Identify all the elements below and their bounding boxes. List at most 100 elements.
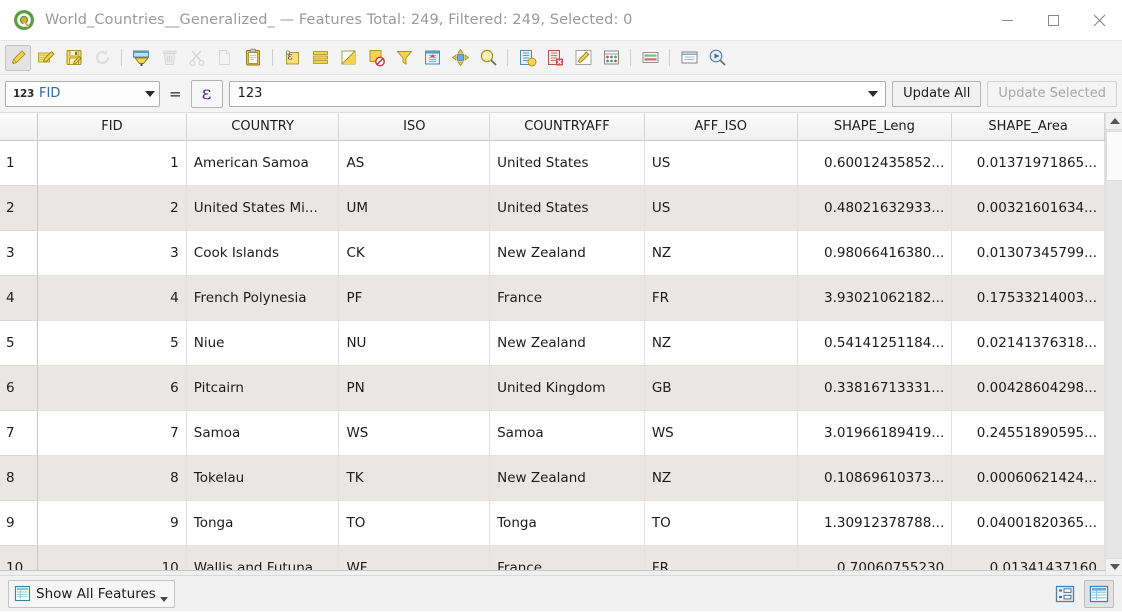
cell-shape-area[interactable]: 0.00321601634...: [952, 185, 1105, 230]
delete-field-icon[interactable]: [542, 45, 568, 71]
cell-shape-leng[interactable]: 3.01966189419...: [797, 410, 952, 455]
table-row[interactable]: 1 1 American Samoa AS United States US 0…: [0, 140, 1105, 185]
cell-shape-area[interactable]: 0.04001820365...: [952, 500, 1105, 545]
vertical-scrollbar[interactable]: [1105, 113, 1122, 575]
cell-fid[interactable]: 2: [38, 185, 187, 230]
column-header-aff-iso[interactable]: AFF_ISO: [644, 113, 797, 140]
row-number[interactable]: 9: [0, 500, 38, 545]
row-number[interactable]: 1: [0, 140, 38, 185]
row-number[interactable]: 7: [0, 410, 38, 455]
save-layer-edits-icon[interactable]: [61, 45, 87, 71]
cell-aff-iso[interactable]: TO: [644, 500, 797, 545]
cell-shape-leng[interactable]: 0.33816713331...: [797, 365, 952, 410]
cell-aff-iso[interactable]: FR: [644, 275, 797, 320]
cell-shape-area[interactable]: 0.17533214003...: [952, 275, 1105, 320]
column-header-iso[interactable]: ISO: [339, 113, 490, 140]
cell-iso[interactable]: UM: [339, 185, 490, 230]
deselect-all-icon[interactable]: [363, 45, 389, 71]
select-by-expression-icon[interactable]: ε: [279, 45, 305, 71]
cell-iso[interactable]: TK: [339, 455, 490, 500]
table-row[interactable]: 5 5 Niue NU New Zealand NZ 0.54141251184…: [0, 320, 1105, 365]
table-row[interactable]: 2 2 United States Mi... UM United States…: [0, 185, 1105, 230]
table-row[interactable]: 3 3 Cook Islands CK New Zealand NZ 0.980…: [0, 230, 1105, 275]
table-row[interactable]: 6 6 Pitcairn PN United Kingdom GB 0.3381…: [0, 365, 1105, 410]
cell-shape-leng[interactable]: 0.10869610373...: [797, 455, 952, 500]
conditional-formatting-icon[interactable]: [637, 45, 663, 71]
cell-iso[interactable]: PN: [339, 365, 490, 410]
cell-shape-leng[interactable]: 0.98066416380...: [797, 230, 952, 275]
cell-countryaff[interactable]: United States: [490, 185, 645, 230]
cell-shape-area[interactable]: 0.00060621424...: [952, 455, 1105, 500]
cell-shape-leng[interactable]: 0.60012435852...: [797, 140, 952, 185]
column-header-shape-area[interactable]: SHAPE_Area: [952, 113, 1105, 140]
cell-aff-iso[interactable]: NZ: [644, 230, 797, 275]
add-feature-icon[interactable]: [128, 45, 154, 71]
table-row[interactable]: 9 9 Tonga TO Tonga TO 1.30912378788... 0…: [0, 500, 1105, 545]
cell-country[interactable]: Tonga: [186, 500, 339, 545]
row-number[interactable]: 2: [0, 185, 38, 230]
row-number[interactable]: 3: [0, 230, 38, 275]
cut-features-icon[interactable]: [184, 45, 210, 71]
delete-selected-icon[interactable]: [156, 45, 182, 71]
cell-countryaff[interactable]: New Zealand: [490, 320, 645, 365]
save-edits-icon[interactable]: [33, 45, 59, 71]
cell-countryaff[interactable]: New Zealand: [490, 230, 645, 275]
cell-fid[interactable]: 6: [38, 365, 187, 410]
table-row[interactable]: 7 7 Samoa WS Samoa WS 3.01966189419... 0…: [0, 410, 1105, 455]
minimize-button[interactable]: [984, 0, 1030, 41]
row-number[interactable]: 4: [0, 275, 38, 320]
scrollbar-thumb[interactable]: [1106, 131, 1122, 181]
organize-columns-icon[interactable]: [570, 45, 596, 71]
pan-to-selected-icon[interactable]: [447, 45, 473, 71]
close-button[interactable]: [1076, 0, 1122, 41]
cell-shape-leng[interactable]: 1.30912378788...: [797, 500, 952, 545]
cell-country[interactable]: Tokelau: [186, 455, 339, 500]
cell-fid[interactable]: 3: [38, 230, 187, 275]
cell-fid[interactable]: 8: [38, 455, 187, 500]
column-header-shape-leng[interactable]: SHAPE_Leng: [797, 113, 952, 140]
scroll-down-button[interactable]: [1106, 558, 1122, 575]
cell-aff-iso[interactable]: NZ: [644, 320, 797, 365]
cell-countryaff[interactable]: Tonga: [490, 500, 645, 545]
cell-shape-leng[interactable]: 3.93021062182...: [797, 275, 952, 320]
cell-country[interactable]: Pitcairn: [186, 365, 339, 410]
update-all-button[interactable]: Update All: [892, 81, 981, 107]
cell-shape-area[interactable]: 0.00428604298...: [952, 365, 1105, 410]
maximize-button[interactable]: [1030, 0, 1076, 41]
field-calculator-icon[interactable]: [598, 45, 624, 71]
scroll-up-button[interactable]: [1106, 113, 1122, 130]
cell-country[interactable]: United States Mi...: [186, 185, 339, 230]
cell-countryaff[interactable]: United Kingdom: [490, 365, 645, 410]
column-header-countryaff[interactable]: COUNTRYAFF: [490, 113, 645, 140]
cell-aff-iso[interactable]: WS: [644, 410, 797, 455]
invert-selection-icon[interactable]: [335, 45, 361, 71]
cell-country[interactable]: American Samoa: [186, 140, 339, 185]
cell-fid[interactable]: 4: [38, 275, 187, 320]
cell-aff-iso[interactable]: GB: [644, 365, 797, 410]
expression-history-dropdown[interactable]: [863, 91, 883, 97]
toggle-editing-icon[interactable]: [5, 45, 31, 71]
select-all-icon[interactable]: [307, 45, 333, 71]
cell-iso[interactable]: AS: [339, 140, 490, 185]
cell-shape-area[interactable]: 0.24551890595...: [952, 410, 1105, 455]
cell-aff-iso[interactable]: US: [644, 185, 797, 230]
copy-features-icon[interactable]: [212, 45, 238, 71]
paste-features-icon[interactable]: [240, 45, 266, 71]
cell-fid[interactable]: 9: [38, 500, 187, 545]
filter-features-icon[interactable]: [391, 45, 417, 71]
field-select-combo[interactable]: 123 FID: [5, 81, 160, 107]
column-header-fid[interactable]: FID: [38, 113, 187, 140]
cell-iso[interactable]: TO: [339, 500, 490, 545]
reload-table-icon[interactable]: [89, 45, 115, 71]
row-number[interactable]: 5: [0, 320, 38, 365]
cell-iso[interactable]: PF: [339, 275, 490, 320]
cell-aff-iso[interactable]: NZ: [644, 455, 797, 500]
cell-shape-area[interactable]: 0.02141376318...: [952, 320, 1105, 365]
cell-countryaff[interactable]: United States: [490, 140, 645, 185]
form-view-button[interactable]: [1050, 580, 1080, 608]
cell-aff-iso[interactable]: US: [644, 140, 797, 185]
cell-country[interactable]: Samoa: [186, 410, 339, 455]
table-row[interactable]: 4 4 French Polynesia PF France FR 3.9302…: [0, 275, 1105, 320]
table-row[interactable]: 8 8 Tokelau TK New Zealand NZ 0.10869610…: [0, 455, 1105, 500]
open-form-icon[interactable]: [676, 45, 702, 71]
